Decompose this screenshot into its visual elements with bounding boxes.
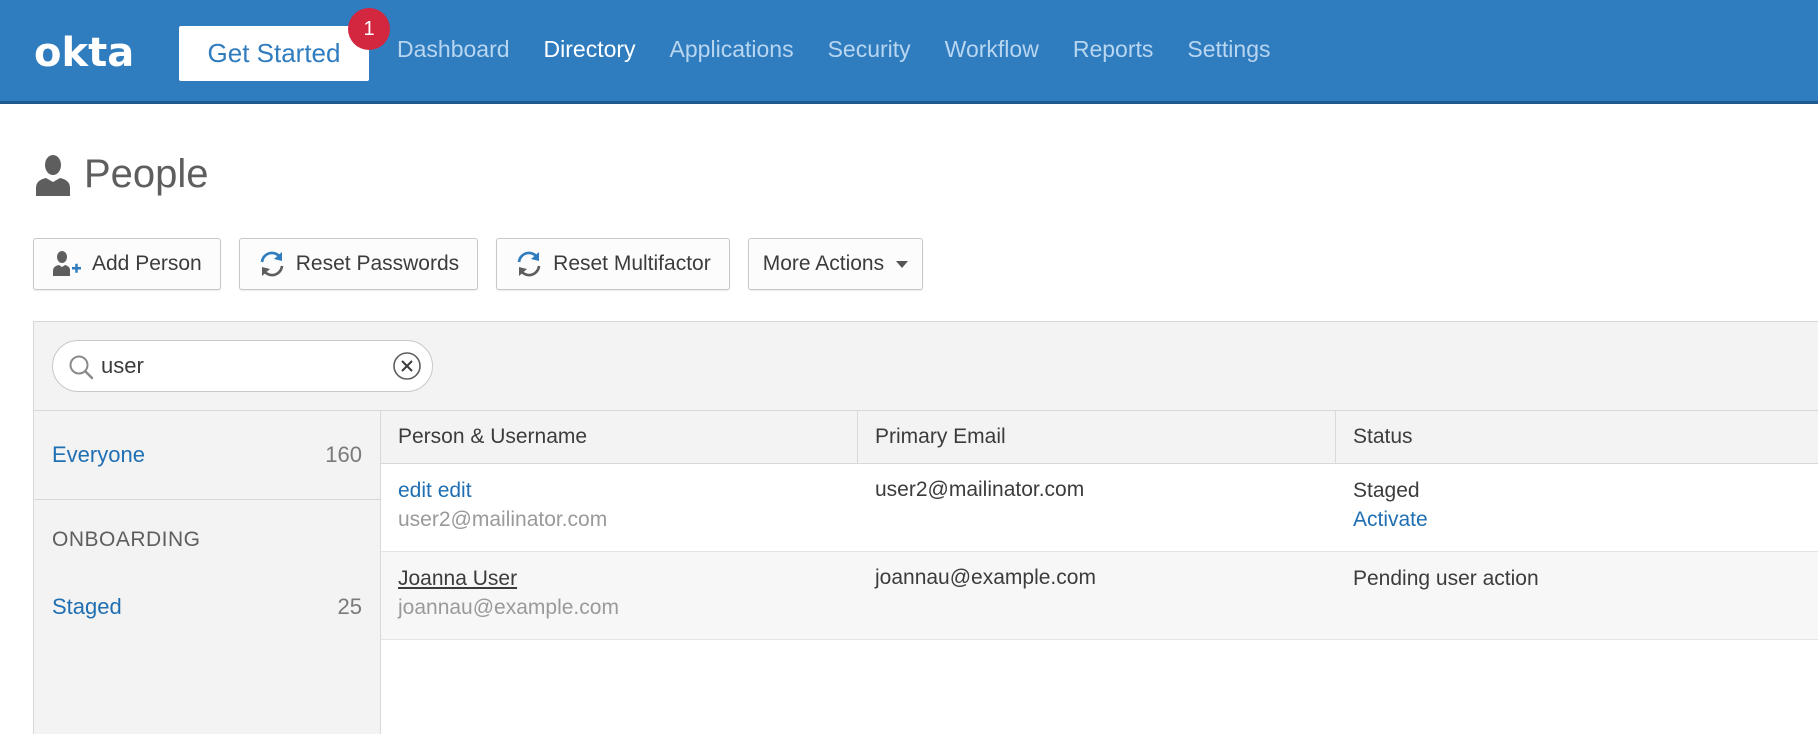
nav-item-workflow[interactable]: Workflow: [945, 36, 1039, 63]
notification-badge: 1: [348, 8, 390, 50]
search-bar: [52, 340, 433, 392]
main-nav: Dashboard Directory Applications Securit…: [397, 36, 1304, 63]
nav-item-applications[interactable]: Applications: [670, 36, 794, 63]
person-username: user2@mailinator.com: [398, 508, 608, 531]
filter-everyone[interactable]: Everyone 160: [34, 411, 380, 500]
add-person-button[interactable]: Add Person: [33, 238, 221, 290]
email-cell: user2@mailinator.com: [875, 478, 1085, 501]
caret-down-icon: [896, 260, 909, 268]
person-name-link[interactable]: Joanna User: [398, 566, 619, 591]
reset-multifactor-button[interactable]: Reset Multifactor: [496, 238, 730, 290]
status-cell: Staged Activate: [1353, 478, 1428, 532]
people-filter-sidebar: Everyone 160 ONBOARDING Staged 25: [34, 410, 380, 734]
status-cell: Pending user action: [1353, 566, 1539, 591]
sidebar-section-heading: ONBOARDING: [52, 528, 201, 551]
refresh-icon: [517, 251, 541, 277]
okta-logo[interactable]: okta: [34, 30, 142, 74]
column-header-email[interactable]: Primary Email: [858, 411, 1336, 464]
person-username: joannau@example.com: [398, 596, 619, 619]
nav-item-settings[interactable]: Settings: [1187, 36, 1270, 63]
person-icon: [36, 154, 70, 196]
logo-text: okta: [34, 30, 134, 74]
page-title: People: [84, 152, 209, 196]
action-toolbar: Add Person Reset Passwords Reset Multifa…: [33, 238, 941, 290]
filter-staged-label[interactable]: Staged: [52, 594, 122, 620]
reset-multifactor-label: Reset Multifactor: [553, 252, 711, 275]
refresh-icon: [260, 251, 284, 277]
status-text: Pending user action: [1353, 567, 1539, 590]
more-actions-label: More Actions: [762, 252, 885, 275]
add-person-icon: [53, 251, 81, 276]
person-cell: edit edit user2@mailinator.com: [398, 478, 607, 532]
get-started-button[interactable]: Get Started: [179, 26, 369, 81]
filter-staged[interactable]: Staged 25: [34, 591, 380, 641]
activate-link[interactable]: Activate: [1353, 507, 1428, 532]
email-cell: joannau@example.com: [875, 566, 1096, 589]
reset-passwords-label: Reset Passwords: [295, 252, 460, 275]
nav-item-security[interactable]: Security: [828, 36, 911, 63]
add-person-label: Add Person: [92, 252, 202, 275]
nav-item-dashboard[interactable]: Dashboard: [397, 36, 510, 63]
page-header: People: [34, 152, 209, 197]
filter-everyone-count: 160: [325, 442, 362, 467]
table-header: Person & Username Primary Email Status: [381, 411, 1818, 464]
clear-search-icon[interactable]: [392, 351, 422, 381]
more-actions-dropdown[interactable]: More Actions: [747, 238, 924, 290]
people-table: Person & Username Primary Email Status e…: [380, 410, 1818, 734]
search-icon: [69, 355, 94, 380]
table-row: edit edit user2@mailinator.com user2@mai…: [381, 464, 1818, 552]
top-navigation-bar: okta Get Started 1 Dashboard Directory A…: [0, 0, 1818, 104]
search-input[interactable]: [101, 351, 381, 381]
status-text: Staged: [1353, 479, 1420, 502]
person-name-link[interactable]: edit edit: [398, 478, 607, 503]
people-panel: Everyone 160 ONBOARDING Staged 25 Person…: [33, 321, 1818, 734]
nav-item-reports[interactable]: Reports: [1073, 36, 1154, 63]
filter-staged-count: 25: [337, 594, 362, 619]
column-header-status[interactable]: Status: [1336, 411, 1818, 464]
person-cell: Joanna User joannau@example.com: [398, 566, 619, 620]
filter-everyone-label[interactable]: Everyone: [52, 442, 145, 468]
reset-passwords-button[interactable]: Reset Passwords: [238, 238, 479, 290]
nav-item-directory[interactable]: Directory: [544, 36, 636, 63]
column-header-person[interactable]: Person & Username: [381, 411, 858, 464]
table-row: Joanna User joannau@example.com joannau@…: [381, 552, 1818, 640]
